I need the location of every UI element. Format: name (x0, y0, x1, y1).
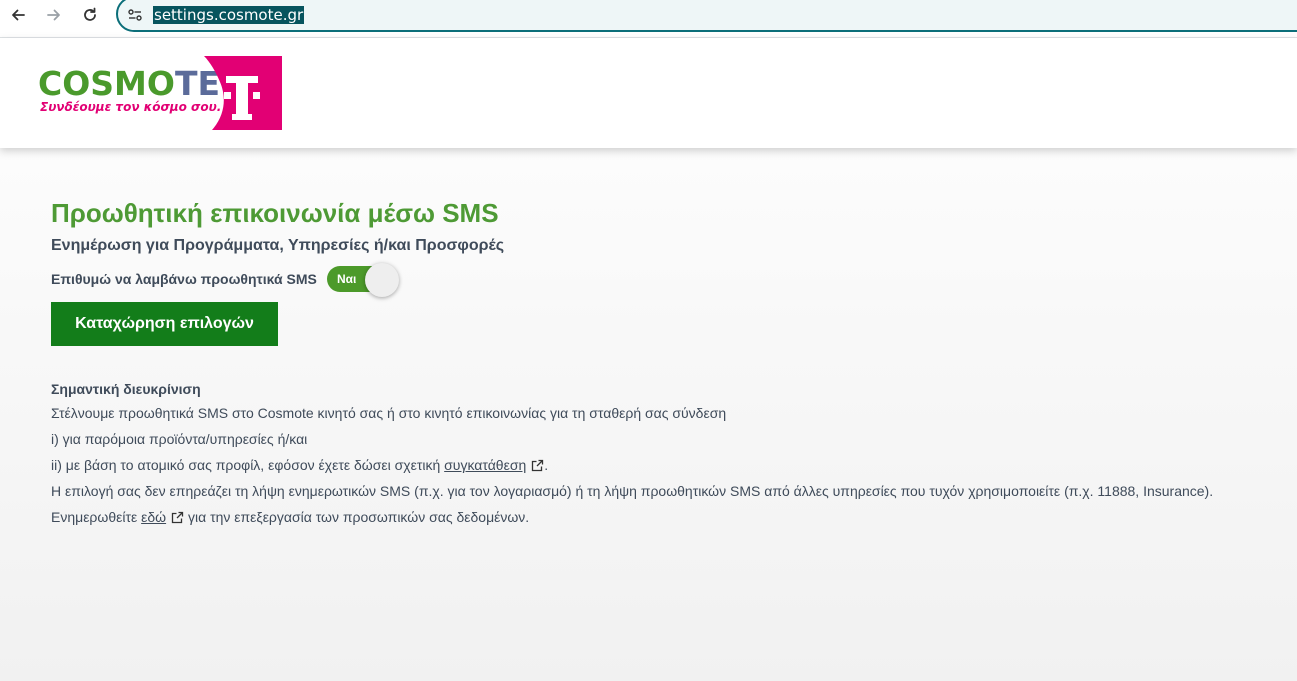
reload-button[interactable] (76, 3, 104, 27)
sms-preference-label: Επιθυμώ να λαμβάνω προωθητικά SMS (51, 271, 317, 287)
sms-preference-toggle[interactable]: Ναι (327, 263, 399, 297)
note-line: ii) με βάση το ατομικό σας προφίλ, εφόσο… (51, 457, 549, 473)
back-button[interactable] (4, 3, 32, 27)
note-line: i) για παρόμοια προϊόντα/υπηρεσίες ή/και (51, 431, 308, 447)
browser-toolbar: settings.cosmote.gr (0, 0, 1297, 38)
toggle-label: Ναι (337, 272, 357, 286)
note-line: Ενημερωθείτε εδώ για την επεξεργασία των… (51, 509, 530, 525)
consent-link[interactable]: συγκατάθεση (444, 457, 526, 473)
toggle-knob[interactable] (365, 263, 399, 297)
page-title: Προωθητική επικοινωνία μέσω SMS (51, 198, 499, 228)
privacy-info-link[interactable]: εδώ (141, 509, 166, 525)
url-text[interactable]: settings.cosmote.gr (153, 6, 305, 24)
note-title: Σημαντική διευκρίνιση (51, 381, 201, 397)
note-line: Στέλνουμε προωθητικά SMS στο Cosmote κιν… (51, 405, 727, 421)
back-arrow-icon (12, 9, 25, 21)
forward-button[interactable] (40, 3, 68, 27)
forward-arrow-icon (47, 9, 60, 21)
cosmote-logo[interactable]: COSMOTE Συνδέουμε τον κόσμο σου. (36, 56, 282, 130)
important-note: Σημαντική διευκρίνιση Στέλνουμε προωθητι… (51, 378, 1271, 530)
external-link-icon (532, 459, 544, 472)
main-content: Προωθητική επικοινωνία μέσω SMS Ενημέρωσ… (0, 148, 1297, 681)
address-bar[interactable]: settings.cosmote.gr (116, 0, 1297, 32)
page-subtitle: Ενημέρωση για Προγράμματα, Υπηρεσίες ή/κ… (51, 237, 505, 254)
reload-icon (84, 7, 96, 21)
submit-preferences-button[interactable]: Καταχώρηση επιλογών (51, 302, 278, 346)
telekom-t-logo-icon (204, 56, 282, 130)
site-info-icon[interactable] (127, 7, 143, 23)
external-link-icon (171, 511, 184, 524)
note-line: Η επιλογή σας δεν επηρεάζει τη λήψη ενημ… (51, 483, 1214, 499)
site-header: COSMOTE Συνδέουμε τον κόσμο σου. (0, 38, 1297, 148)
